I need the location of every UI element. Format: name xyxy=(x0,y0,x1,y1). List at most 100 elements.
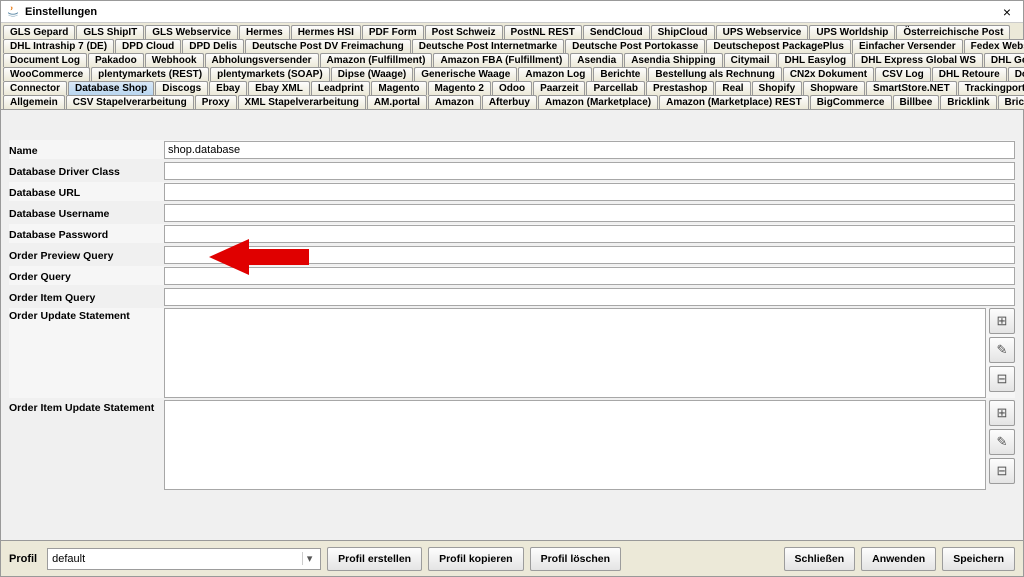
tab-hermes-hsi[interactable]: Hermes HSI xyxy=(291,25,361,39)
tab-shipcloud[interactable]: ShipCloud xyxy=(651,25,715,39)
add-button[interactable]: ⊞ xyxy=(989,400,1015,426)
tab-amazon-fba-fulfillment-[interactable]: Amazon FBA (Fulfillment) xyxy=(433,53,569,67)
tab-deutsche-post-portokasse[interactable]: Deutsche Post Portokasse xyxy=(565,39,705,53)
tab-pdf-form[interactable]: PDF Form xyxy=(362,25,424,39)
close-icon[interactable]: × xyxy=(995,4,1019,20)
tab-hermes[interactable]: Hermes xyxy=(239,25,290,39)
tab-prestashop[interactable]: Prestashop xyxy=(646,81,714,95)
tab-csv-log[interactable]: CSV Log xyxy=(875,67,931,81)
tab-einfacher-versender[interactable]: Einfacher Versender xyxy=(852,39,963,53)
tab-deutsche-post-dv-freimachung[interactable]: Deutsche Post DV Freimachung xyxy=(245,39,411,53)
tab-ups-webservice[interactable]: UPS Webservice xyxy=(716,25,809,39)
update-textarea[interactable] xyxy=(164,308,986,398)
tab-parcellab[interactable]: Parcellab xyxy=(586,81,644,95)
profil-create-button[interactable]: Profil erstellen xyxy=(327,547,422,571)
tab-postnl-rest[interactable]: PostNL REST xyxy=(504,25,582,39)
tab-deutsche-post-internetmarke[interactable]: Deutsche Post Internetmarke xyxy=(412,39,564,53)
tab-odoo[interactable]: Odoo xyxy=(492,81,532,95)
tab-shopware[interactable]: Shopware xyxy=(803,81,865,95)
tab-document-log[interactable]: Document Log xyxy=(3,53,87,67)
profil-copy-button[interactable]: Profil kopieren xyxy=(428,547,524,571)
tab-berichte[interactable]: Berichte xyxy=(593,67,647,81)
pass-input[interactable] xyxy=(164,225,1015,243)
tab-amazon-log[interactable]: Amazon Log xyxy=(518,67,592,81)
tab-trackingportal[interactable]: Trackingportal xyxy=(958,81,1024,95)
tab-magento-2[interactable]: Magento 2 xyxy=(428,81,491,95)
remove-button[interactable]: ⊟ xyxy=(989,458,1015,484)
tab-dhl-intraship-7-de-[interactable]: DHL Intraship 7 (DE) xyxy=(3,39,114,53)
tab-plentymarkets-rest-[interactable]: plentymarkets (REST) xyxy=(91,67,209,81)
tab-dhl-retoure[interactable]: DHL Retoure xyxy=(932,67,1007,81)
tab-gls-shipit[interactable]: GLS ShipIT xyxy=(76,25,144,39)
user-input[interactable] xyxy=(164,204,1015,222)
preview-input[interactable] xyxy=(164,246,1015,264)
tab-dhl-easylog[interactable]: DHL Easylog xyxy=(778,53,854,67)
itemupdate-textarea[interactable] xyxy=(164,400,986,490)
tab-afterbuy[interactable]: Afterbuy xyxy=(482,95,537,109)
tab-brickowl[interactable]: Brickowl xyxy=(998,95,1024,109)
remove-button[interactable]: ⊟ xyxy=(989,366,1015,392)
tab-paarzeit[interactable]: Paarzeit xyxy=(533,81,585,95)
tab-bigcommerce[interactable]: BigCommerce xyxy=(810,95,892,109)
tab-woocommerce[interactable]: WooCommerce xyxy=(3,67,90,81)
tab-amazon[interactable]: Amazon xyxy=(428,95,481,109)
url-input[interactable] xyxy=(164,183,1015,201)
tab-amazon-fulfillment-[interactable]: Amazon (Fulfillment) xyxy=(320,53,433,67)
tab-ebay-xml[interactable]: Ebay XML xyxy=(248,81,310,95)
tab-xml-stapelverarbeitung[interactable]: XML Stapelverarbeitung xyxy=(238,95,366,109)
tab-discogs[interactable]: Discogs xyxy=(155,81,208,95)
apply-button[interactable]: Anwenden xyxy=(861,547,936,571)
profil-combo[interactable]: default ▾ xyxy=(47,548,321,570)
tab-database-shop[interactable]: Database Shop xyxy=(68,81,154,95)
tab-generische-waage[interactable]: Generische Waage xyxy=(414,67,517,81)
tab--sterreichische-post[interactable]: Österreichische Post xyxy=(896,25,1010,39)
name-input[interactable] xyxy=(164,141,1015,159)
tab-dpd-delis[interactable]: DPD Delis xyxy=(182,39,244,53)
driver-input[interactable] xyxy=(164,162,1015,180)
tab-leadprint[interactable]: Leadprint xyxy=(311,81,371,95)
tab-amazon-marketplace-rest[interactable]: Amazon (Marketplace) REST xyxy=(659,95,809,109)
tab-smartstore-net[interactable]: SmartStore.NET xyxy=(866,81,957,95)
tab-am-portal[interactable]: AM.portal xyxy=(367,95,427,109)
orderq-input[interactable] xyxy=(164,267,1015,285)
tab-allgemein[interactable]: Allgemein xyxy=(3,95,65,109)
tab-dpd-cloud[interactable]: DPD Cloud xyxy=(115,39,181,53)
tab-real[interactable]: Real xyxy=(715,81,750,95)
tab-bestellung-als-rechnung[interactable]: Bestellung als Rechnung xyxy=(648,67,781,81)
tab-fedex-webservice[interactable]: Fedex Webservice xyxy=(964,39,1024,53)
tab-post-schweiz[interactable]: Post Schweiz xyxy=(425,25,503,39)
tab-cn2x-dokument[interactable]: CN2x Dokument xyxy=(783,67,874,81)
tab-asendia-shipping[interactable]: Asendia Shipping xyxy=(624,53,722,67)
tab-shopify[interactable]: Shopify xyxy=(752,81,803,95)
tab-csv-stapelverarbeitung[interactable]: CSV Stapelverarbeitung xyxy=(66,95,194,109)
tab-abholungsversender[interactable]: Abholungsversender xyxy=(205,53,319,67)
tab-asendia[interactable]: Asendia xyxy=(570,53,623,67)
tab-gls-webservice[interactable]: GLS Webservice xyxy=(145,25,238,39)
tab-webhook[interactable]: Webhook xyxy=(145,53,204,67)
tab-plentymarkets-soap-[interactable]: plentymarkets (SOAP) xyxy=(210,67,330,81)
profil-delete-button[interactable]: Profil löschen xyxy=(530,547,621,571)
tab-sendcloud[interactable]: SendCloud xyxy=(583,25,650,39)
tab-ebay[interactable]: Ebay xyxy=(209,81,247,95)
tab-dhl-express-global-ws[interactable]: DHL Express Global WS xyxy=(854,53,983,67)
edit-button[interactable]: ✎ xyxy=(989,429,1015,455)
tab-bricklink[interactable]: Bricklink xyxy=(940,95,996,109)
tab-magento[interactable]: Magento xyxy=(371,81,426,95)
save-button[interactable]: Speichern xyxy=(942,547,1015,571)
tab-ups-worldship[interactable]: UPS Worldship xyxy=(809,25,895,39)
tab-gls-gepard[interactable]: GLS Gepard xyxy=(3,25,75,39)
edit-button[interactable]: ✎ xyxy=(989,337,1015,363)
tab-amazon-marketplace-[interactable]: Amazon (Marketplace) xyxy=(538,95,658,109)
close-button[interactable]: Schließen xyxy=(784,547,856,571)
tab-dhl-gesch-ftskundenversand[interactable]: DHL Geschäftskundenversand xyxy=(984,53,1024,67)
tab-connector[interactable]: Connector xyxy=(3,81,67,95)
tab-dipse-waage-[interactable]: Dipse (Waage) xyxy=(331,67,414,81)
tab-citymail[interactable]: Citymail xyxy=(724,53,777,67)
tab-billbee[interactable]: Billbee xyxy=(893,95,940,109)
tab-pakadoo[interactable]: Pakadoo xyxy=(88,53,144,67)
tab-deutschepost-packageplus[interactable]: Deutschepost PackagePlus xyxy=(706,39,851,53)
itemq-input[interactable] xyxy=(164,288,1015,306)
tab-document-downloader[interactable]: Document Downloader xyxy=(1008,67,1024,81)
add-button[interactable]: ⊞ xyxy=(989,308,1015,334)
tab-proxy[interactable]: Proxy xyxy=(195,95,237,109)
